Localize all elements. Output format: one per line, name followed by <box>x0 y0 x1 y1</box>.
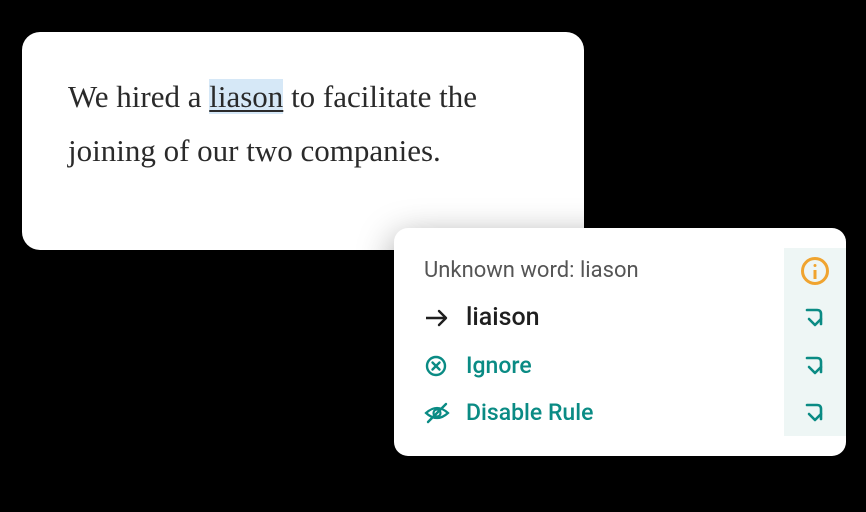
apply-icon <box>803 401 827 425</box>
suggestion-correction-row[interactable]: liaison <box>394 293 846 342</box>
editor-card: We hired a liason to facilitate the join… <box>22 32 584 250</box>
text-before: We hired a <box>68 79 209 114</box>
suggestion-popover: Unknown word: liason liaison <box>394 228 846 456</box>
correction-text: liaison <box>466 303 822 332</box>
eye-off-icon <box>424 402 458 424</box>
suggestion-header: Unknown word: liason <box>424 258 822 283</box>
header-prefix: Unknown word: <box>424 258 580 283</box>
apply-gutter[interactable] <box>784 293 846 342</box>
info-gutter[interactable] <box>784 248 846 293</box>
arrow-right-icon <box>424 308 458 328</box>
ignore-row[interactable]: Ignore <box>394 342 846 389</box>
suggestion-header-row: Unknown word: liason <box>394 248 846 293</box>
disable-gutter[interactable] <box>784 389 846 436</box>
editor-text: We hired a liason to facilitate the join… <box>68 70 538 179</box>
flagged-word[interactable]: liason <box>209 79 283 114</box>
disable-rule-row[interactable]: Disable Rule <box>394 389 846 436</box>
header-word: liason <box>580 258 639 283</box>
x-circle-icon <box>424 354 458 378</box>
ignore-label: Ignore <box>466 352 822 379</box>
apply-icon <box>803 306 827 330</box>
ignore-gutter[interactable] <box>784 342 846 389</box>
info-icon <box>801 257 829 285</box>
disable-label: Disable Rule <box>466 399 822 426</box>
apply-icon <box>803 354 827 378</box>
